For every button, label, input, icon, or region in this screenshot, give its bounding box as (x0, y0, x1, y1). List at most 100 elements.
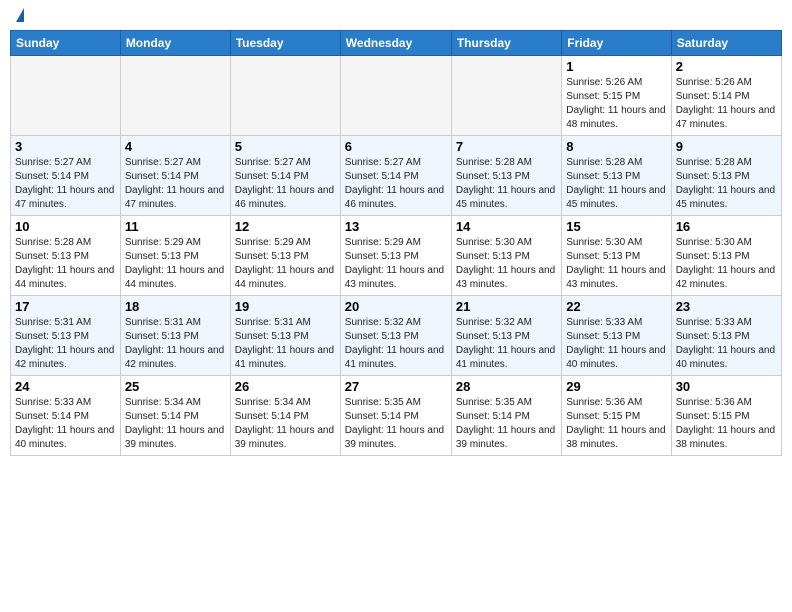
day-info: Sunrise: 5:35 AMSunset: 5:14 PMDaylight:… (456, 396, 557, 452)
calendar-cell (451, 56, 561, 136)
calendar-cell: 8Sunrise: 5:28 AMSunset: 5:13 PMDaylight… (562, 136, 671, 216)
calendar-cell: 28 Sunrise: 5:35 AMSunset: 5:14 PMDayligh… (451, 376, 561, 456)
calendar-cell (340, 56, 451, 136)
calendar-cell: 25 Sunrise: 5:34 AMSunset: 5:14 PMDayligh… (120, 376, 230, 456)
col-header-saturday: Saturday (671, 31, 781, 56)
calendar-cell: 10 Sunrise: 5:28 AMSunset: 5:13 PMDayligh… (11, 216, 121, 296)
calendar-cell: 16 Sunrise: 5:30 AMSunset: 5:13 PMDayligh… (671, 216, 781, 296)
calendar-cell: 14Sunrise: 5:30 AMSunset: 5:13 PMDayligh… (451, 216, 561, 296)
day-info: Sunrise: 5:30 AMSunset: 5:13 PMDaylight:… (676, 236, 777, 292)
calendar-cell: 1 Sunrise: 5:26 AMSunset: 5:15 PMDaylight… (562, 56, 671, 136)
day-info: Sunrise: 5:35 AMSunset: 5:14 PMDaylight:… (345, 396, 447, 452)
day-info: Sunrise: 5:29 AMSunset: 5:13 PMDaylight:… (345, 236, 447, 292)
calendar-cell: 24 Sunrise: 5:33 AMSunset: 5:14 PMDayligh… (11, 376, 121, 456)
page-header (10, 10, 782, 22)
day-info: Sunrise: 5:34 AMSunset: 5:14 PMDaylight:… (235, 396, 336, 452)
col-header-monday: Monday (120, 31, 230, 56)
day-info: Sunrise: 5:26 AMSunset: 5:15 PMDaylight:… (566, 76, 666, 132)
col-header-thursday: Thursday (451, 31, 561, 56)
day-info: Sunrise: 5:33 AMSunset: 5:13 PMDaylight:… (676, 316, 777, 372)
day-info: Sunrise: 5:31 AMSunset: 5:13 PMDaylight:… (235, 316, 336, 372)
day-number: 13 (345, 219, 447, 234)
calendar-cell: 20 Sunrise: 5:32 AMSunset: 5:13 PMDayligh… (340, 296, 451, 376)
header-row: SundayMondayTuesdayWednesdayThursdayFrid… (11, 31, 782, 56)
col-header-tuesday: Tuesday (230, 31, 340, 56)
logo-triangle-icon (16, 8, 24, 22)
day-number: 5 (235, 139, 336, 154)
day-info: Sunrise: 5:31 AMSunset: 5:13 PMDaylight:… (15, 316, 116, 372)
day-number: 3 (15, 139, 116, 154)
calendar-cell: 15 Sunrise: 5:30 AMSunset: 5:13 PMDayligh… (562, 216, 671, 296)
day-number: 20 (345, 299, 447, 314)
calendar-cell: 4Sunrise: 5:27 AMSunset: 5:14 PMDaylight… (120, 136, 230, 216)
day-number: 27 (345, 379, 447, 394)
day-number: 30 (676, 379, 777, 394)
day-number: 19 (235, 299, 336, 314)
day-number: 15 (566, 219, 666, 234)
day-number: 11 (125, 219, 226, 234)
day-number: 17 (15, 299, 116, 314)
week-row-3: 10 Sunrise: 5:28 AMSunset: 5:13 PMDayligh… (11, 216, 782, 296)
day-number: 10 (15, 219, 116, 234)
day-info: Sunrise: 5:28 AMSunset: 5:13 PMDaylight:… (676, 156, 777, 212)
day-number: 21 (456, 299, 557, 314)
day-info: Sunrise: 5:29 AMSunset: 5:13 PMDaylight:… (235, 236, 336, 292)
week-row-2: 3 Sunrise: 5:27 AMSunset: 5:14 PMDaylight… (11, 136, 782, 216)
calendar-cell: 9Sunrise: 5:28 AMSunset: 5:13 PMDaylight… (671, 136, 781, 216)
day-info: Sunrise: 5:33 AMSunset: 5:14 PMDaylight:… (15, 396, 116, 452)
day-number: 28 (456, 379, 557, 394)
col-header-friday: Friday (562, 31, 671, 56)
calendar-cell: 30 Sunrise: 5:36 AMSunset: 5:15 PMDayligh… (671, 376, 781, 456)
day-number: 29 (566, 379, 666, 394)
logo (14, 10, 24, 22)
day-info: Sunrise: 5:36 AMSunset: 5:15 PMDaylight:… (566, 396, 666, 452)
day-info: Sunrise: 5:32 AMSunset: 5:13 PMDaylight:… (456, 316, 557, 372)
day-number: 24 (15, 379, 116, 394)
day-number: 7 (456, 139, 557, 154)
day-number: 12 (235, 219, 336, 234)
day-info: Sunrise: 5:28 AMSunset: 5:13 PMDaylight:… (15, 236, 116, 292)
day-number: 16 (676, 219, 777, 234)
day-info: Sunrise: 5:27 AMSunset: 5:14 PMDaylight:… (345, 156, 447, 212)
calendar-cell (120, 56, 230, 136)
calendar-cell: 22 Sunrise: 5:33 AMSunset: 5:13 PMDayligh… (562, 296, 671, 376)
day-number: 22 (566, 299, 666, 314)
day-info: Sunrise: 5:33 AMSunset: 5:13 PMDaylight:… (566, 316, 666, 372)
day-info: Sunrise: 5:34 AMSunset: 5:14 PMDaylight:… (125, 396, 226, 452)
calendar-cell: 3Sunrise: 5:27 AMSunset: 5:14 PMDaylight… (11, 136, 121, 216)
col-header-wednesday: Wednesday (340, 31, 451, 56)
calendar-cell: 23 Sunrise: 5:33 AMSunset: 5:13 PMDayligh… (671, 296, 781, 376)
calendar-cell: 7Sunrise: 5:28 AMSunset: 5:13 PMDaylight… (451, 136, 561, 216)
calendar-cell: 26 Sunrise: 5:34 AMSunset: 5:14 PMDayligh… (230, 376, 340, 456)
calendar-cell: 19 Sunrise: 5:31 AMSunset: 5:13 PMDayligh… (230, 296, 340, 376)
day-info: Sunrise: 5:31 AMSunset: 5:13 PMDaylight:… (125, 316, 226, 372)
calendar-cell: 27 Sunrise: 5:35 AMSunset: 5:14 PMDayligh… (340, 376, 451, 456)
day-number: 14 (456, 219, 557, 234)
calendar-cell: 29 Sunrise: 5:36 AMSunset: 5:15 PMDayligh… (562, 376, 671, 456)
day-info: Sunrise: 5:29 AMSunset: 5:13 PMDaylight:… (125, 236, 226, 292)
week-row-1: 1 Sunrise: 5:26 AMSunset: 5:15 PMDaylight… (11, 56, 782, 136)
calendar-cell (11, 56, 121, 136)
week-row-4: 17 Sunrise: 5:31 AMSunset: 5:13 PMDayligh… (11, 296, 782, 376)
calendar-cell: 11 Sunrise: 5:29 AMSunset: 5:13 PMDayligh… (120, 216, 230, 296)
day-number: 25 (125, 379, 226, 394)
day-info: Sunrise: 5:27 AMSunset: 5:14 PMDaylight:… (235, 156, 336, 212)
day-info: Sunrise: 5:32 AMSunset: 5:13 PMDaylight:… (345, 316, 447, 372)
calendar-cell: 12 Sunrise: 5:29 AMSunset: 5:13 PMDayligh… (230, 216, 340, 296)
day-number: 23 (676, 299, 777, 314)
week-row-5: 24 Sunrise: 5:33 AMSunset: 5:14 PMDayligh… (11, 376, 782, 456)
day-number: 26 (235, 379, 336, 394)
day-info: Sunrise: 5:26 AMSunset: 5:14 PMDaylight:… (676, 76, 777, 132)
calendar-cell: 13 Sunrise: 5:29 AMSunset: 5:13 PMDayligh… (340, 216, 451, 296)
day-info: Sunrise: 5:36 AMSunset: 5:15 PMDaylight:… (676, 396, 777, 452)
calendar-cell: 2Sunrise: 5:26 AMSunset: 5:14 PMDaylight… (671, 56, 781, 136)
day-number: 1 (566, 59, 666, 74)
day-number: 6 (345, 139, 447, 154)
calendar-cell: 17 Sunrise: 5:31 AMSunset: 5:13 PMDayligh… (11, 296, 121, 376)
day-info: Sunrise: 5:27 AMSunset: 5:14 PMDaylight:… (125, 156, 226, 212)
day-info: Sunrise: 5:30 AMSunset: 5:13 PMDaylight:… (566, 236, 666, 292)
day-number: 18 (125, 299, 226, 314)
col-header-sunday: Sunday (11, 31, 121, 56)
calendar-cell: 18 Sunrise: 5:31 AMSunset: 5:13 PMDayligh… (120, 296, 230, 376)
calendar-cell (230, 56, 340, 136)
